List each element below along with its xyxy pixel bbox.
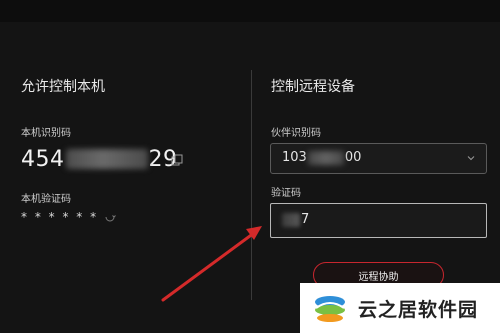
partner-id-prefix: 103 [282, 150, 307, 165]
local-id-value[interactable]: 454 29 [21, 145, 178, 173]
allow-control-panel: 允许控制本机 本机识别码 454 29 本机验证码 * * * * * * [0, 0, 252, 333]
verify-code-redacted [282, 212, 300, 227]
verify-code-label: 验证码 [271, 188, 301, 199]
local-id-prefix: 454 [21, 146, 65, 172]
partner-id-label: 伙伴识别码 [271, 128, 321, 139]
local-password-value: * * * * * * [21, 210, 99, 224]
watermark-logo-icon [315, 296, 345, 322]
local-password-row: * * * * * * [21, 210, 116, 224]
chevron-down-icon[interactable] [466, 153, 476, 163]
verify-code-value: 7 [282, 212, 309, 227]
partner-id-redacted [307, 150, 344, 165]
refresh-icon[interactable] [104, 211, 116, 223]
partner-id-select[interactable]: 103 00 [270, 143, 487, 174]
panel-divider [251, 70, 252, 300]
allow-control-title: 允许控制本机 [21, 79, 105, 95]
verify-code-input[interactable]: 7 [270, 203, 487, 238]
partner-id-value: 103 00 [282, 150, 361, 165]
local-id-redacted [65, 149, 148, 169]
watermark-text: 云之居软件园 [358, 298, 479, 321]
partner-id-suffix: 00 [344, 150, 362, 165]
site-watermark: 云之居软件园 [300, 283, 500, 333]
verify-code-suffix: 7 [301, 212, 310, 227]
local-id-label: 本机识别码 [21, 128, 71, 139]
local-password-label: 本机验证码 [21, 194, 71, 205]
remote-control-title: 控制远程设备 [271, 79, 355, 95]
copy-icon[interactable] [171, 154, 183, 166]
